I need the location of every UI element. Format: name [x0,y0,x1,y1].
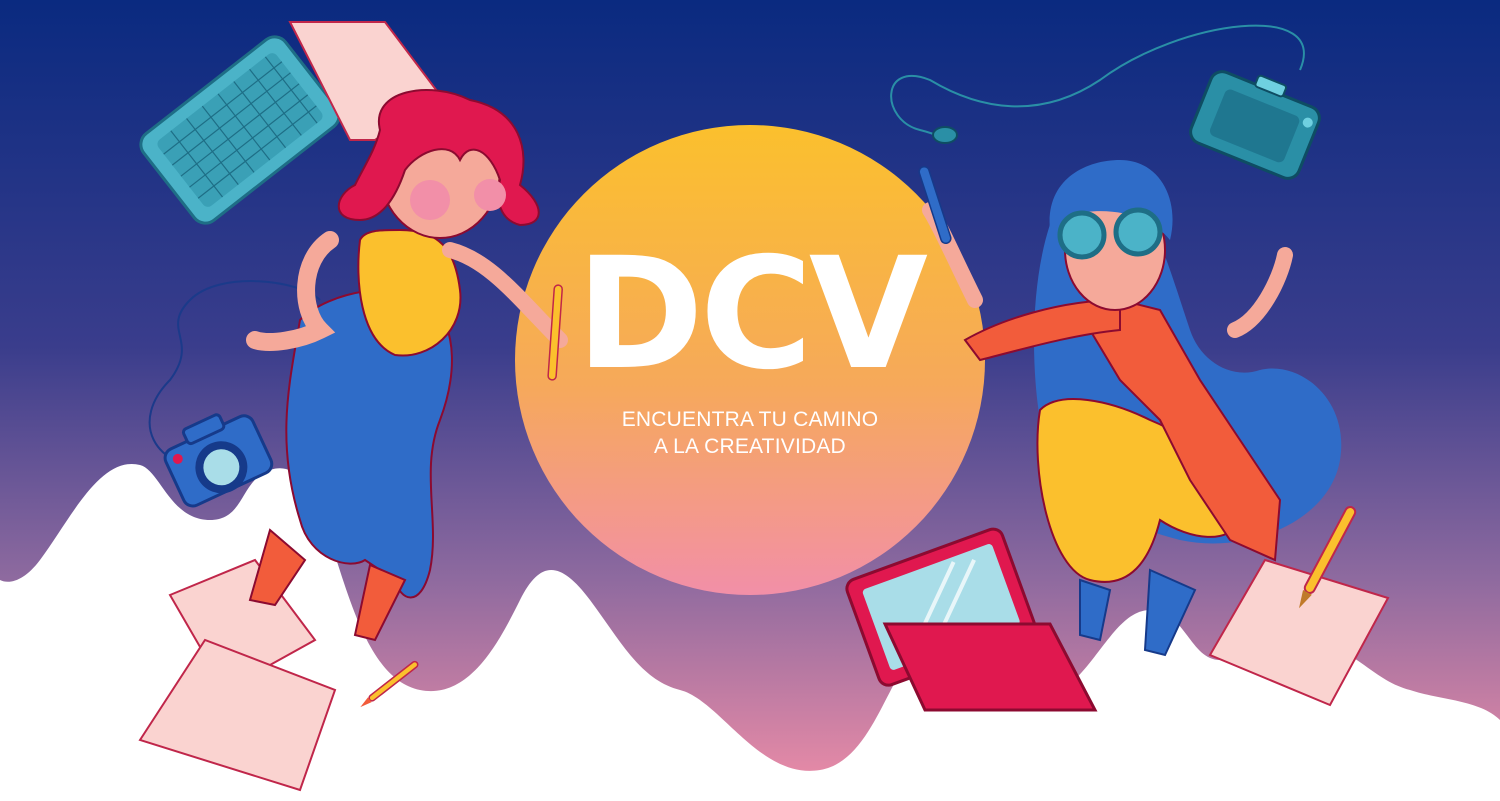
tagline-line-1: ENCUENTRA TU CAMINO [621,407,879,431]
paper-sheet [138,638,337,792]
logo-block: DCV ENCUENTRA TU CAMINO A LA CREATIVIDAD [515,125,985,595]
tagline-line-2: A LA CREATIVIDAD [654,435,846,458]
hero-banner: DCV ENCUENTRA TU CAMINO A LA CREATIVIDAD [0,0,1500,801]
tagline: ENCUENTRA TU CAMINO A LA CREATIVIDAD [622,406,879,461]
logo-dcv: DCV [575,224,928,404]
